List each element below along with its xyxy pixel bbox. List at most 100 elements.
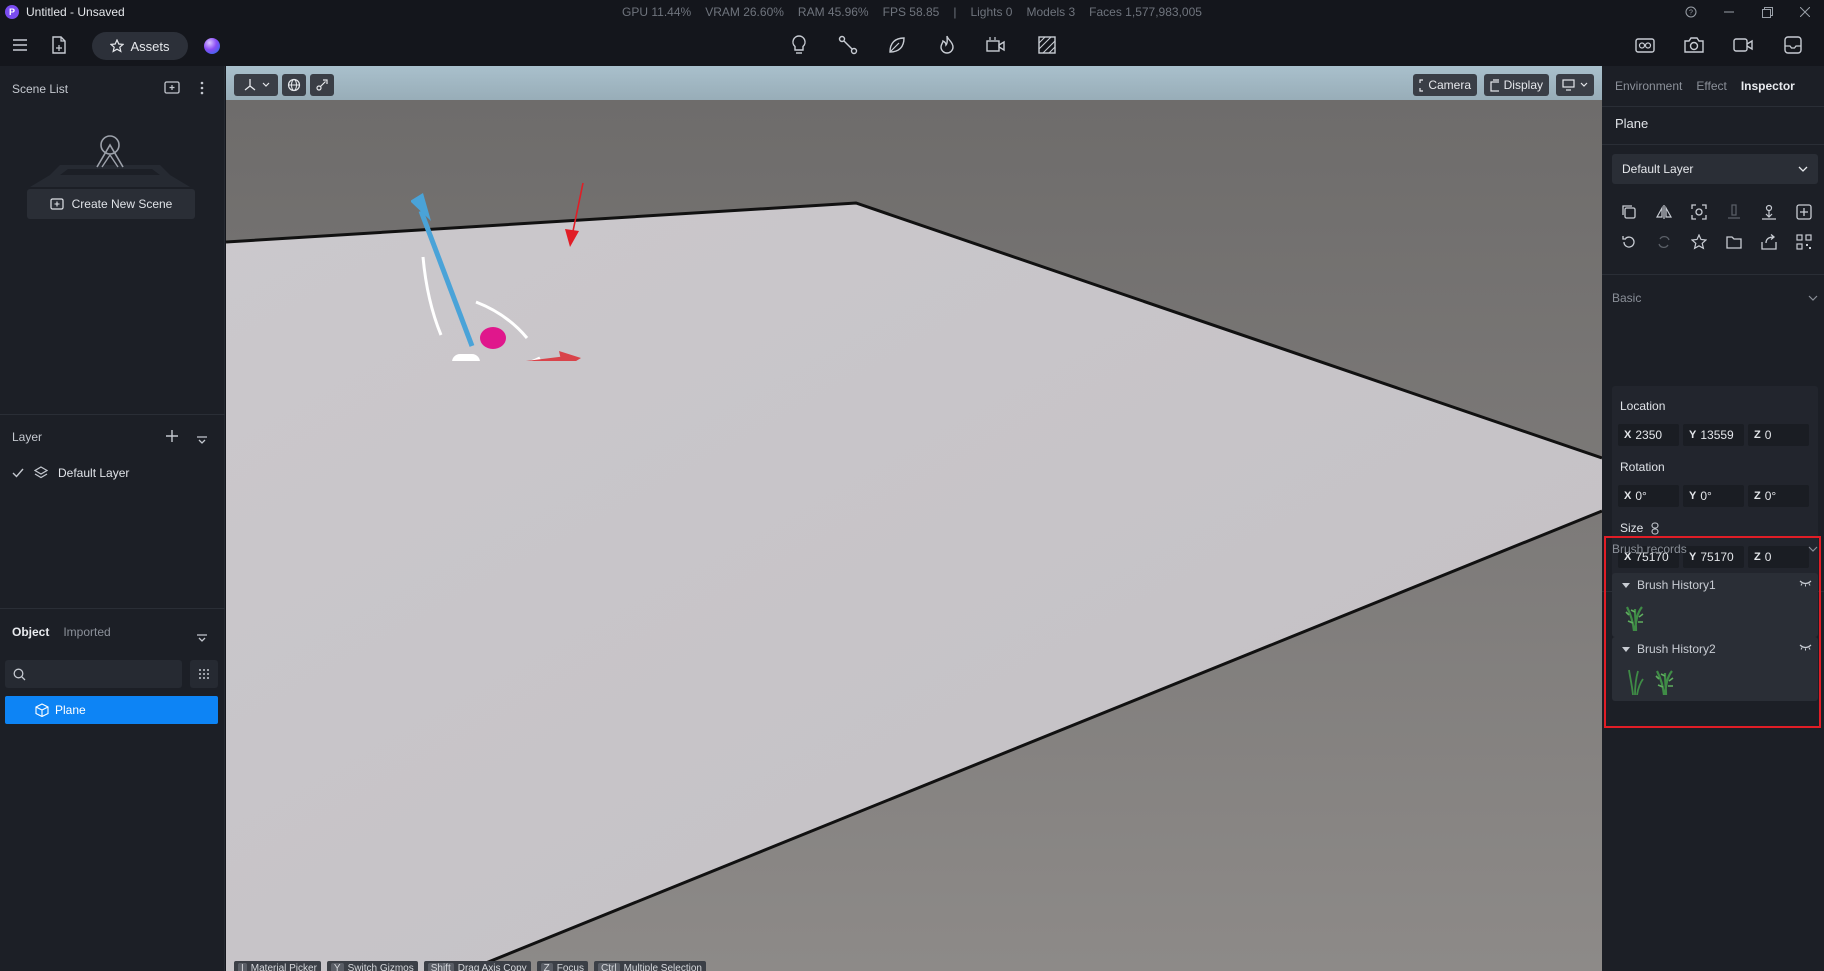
annotation-arrow	[565, 182, 584, 247]
record-video-icon[interactable]	[1730, 32, 1756, 58]
light-bulb-icon[interactable]	[786, 32, 812, 58]
3d-viewport[interactable]: Camera Display I Material Picker Y Switch …	[226, 66, 1602, 971]
layer-name: Default Layer	[58, 466, 130, 480]
tab-environment[interactable]: Environment	[1615, 79, 1682, 93]
fire-icon[interactable]	[934, 32, 960, 58]
layer-select[interactable]: Default Layer	[1612, 154, 1818, 184]
axis-gizmo-icon	[244, 79, 255, 91]
grid-view-button[interactable]	[190, 660, 218, 688]
hatch-box-icon[interactable]	[1034, 32, 1060, 58]
basic-section-header[interactable]: Basic	[1612, 291, 1818, 305]
main-toolbar: Assets	[0, 24, 1824, 66]
rotation-x-field[interactable]: X 0°	[1618, 485, 1679, 507]
transform-mode-dropdown[interactable]	[234, 74, 278, 96]
object-row-plane[interactable]: Plane	[5, 696, 218, 724]
axis-label: X	[1624, 490, 1632, 502]
view-options-dropdown[interactable]	[1556, 74, 1594, 96]
divider	[1602, 274, 1824, 275]
snap-button[interactable]	[310, 74, 334, 96]
close-button[interactable]	[1786, 0, 1824, 24]
add-scene-icon	[50, 198, 64, 210]
cube-icon	[35, 703, 49, 717]
axis-label: Z	[1754, 490, 1761, 502]
link-proportions-icon[interactable]	[1651, 521, 1659, 535]
app-logo: P	[5, 5, 19, 19]
leaf-icon[interactable]	[884, 32, 910, 58]
rotation-fields: X 0° Y 0° Z 0°	[1618, 485, 1809, 507]
refresh-icon[interactable]	[1653, 231, 1674, 252]
highlight-frame	[1604, 536, 1821, 728]
restore-button[interactable]	[1748, 0, 1786, 24]
display-button[interactable]: Display	[1484, 74, 1549, 96]
object-tools-row-1	[1618, 201, 1814, 222]
location-label: Location	[1620, 399, 1666, 413]
location-y-value: 13559	[1700, 428, 1734, 442]
reset-icon[interactable]	[1618, 231, 1639, 252]
location-y-field[interactable]: Y 13559	[1683, 424, 1744, 446]
minimize-button[interactable]	[1710, 0, 1748, 24]
hint-focus: Z Focus	[536, 961, 588, 971]
more-options-icon[interactable]	[199, 81, 205, 98]
hint-key: Shift	[427, 962, 454, 971]
rotation-z-field[interactable]: Z 0°	[1748, 485, 1809, 507]
hint-key: Z	[540, 962, 553, 971]
world-space-button[interactable]	[282, 74, 306, 96]
focus-object-icon[interactable]	[1688, 201, 1709, 222]
video-camera-icon[interactable]	[983, 32, 1009, 58]
favorite-icon[interactable]	[1688, 231, 1709, 252]
hint-label: Focus	[556, 962, 584, 971]
hint-key: Y	[330, 962, 344, 971]
ground-snap-icon[interactable]	[1723, 201, 1744, 222]
camera-button[interactable]: Camera	[1413, 74, 1477, 96]
create-new-scene-button[interactable]: Create New Scene	[27, 189, 195, 219]
assets-icon	[110, 39, 125, 53]
create-new-scene-label: Create New Scene	[71, 197, 173, 211]
location-x-field[interactable]: X 2350	[1618, 424, 1679, 446]
rotation-y-field[interactable]: Y 0°	[1683, 485, 1744, 507]
object-search-input[interactable]	[5, 660, 182, 688]
selected-object-title: Plane	[1615, 116, 1649, 131]
location-fields: X 2350 Y 13559 Z0	[1618, 424, 1809, 446]
object-tools-row-2	[1618, 231, 1814, 252]
tab-imported[interactable]: Imported	[63, 625, 110, 639]
rotation-label: Rotation	[1620, 460, 1665, 474]
add-object-icon[interactable]	[1793, 201, 1814, 222]
assets-button[interactable]: Assets	[92, 32, 188, 60]
chevron-down-icon	[1798, 166, 1808, 172]
hamburger-menu-icon[interactable]	[7, 32, 33, 58]
camera-icon[interactable]	[1681, 32, 1707, 58]
qr-grid-icon[interactable]	[1793, 231, 1814, 252]
new-file-icon[interactable]	[46, 32, 72, 58]
viewport-toolbar: Camera Display	[226, 66, 1602, 100]
location-z-field[interactable]: Z0	[1748, 424, 1809, 446]
help-icon[interactable]: ?	[1672, 0, 1710, 24]
axis-label: Z	[1754, 429, 1761, 441]
layer-item-default[interactable]: Default Layer	[12, 466, 129, 480]
drop-to-ground-icon[interactable]	[1758, 201, 1779, 222]
hint-label: Switch Gizmos	[347, 962, 414, 971]
folder-icon[interactable]	[1723, 231, 1744, 252]
shortcut-hints: I Material Picker Y Switch Gizmos Shift Dra…	[234, 961, 706, 971]
hint-label: Drag Axis Copy	[457, 962, 527, 971]
layer-filter-icon[interactable]	[197, 432, 207, 447]
duplicate-icon[interactable]	[1618, 201, 1639, 222]
hint-drag-axis-copy: Shift Drag Axis Copy	[423, 961, 531, 971]
add-scene-icon[interactable]	[164, 81, 180, 98]
ai-orb-icon[interactable]	[204, 38, 220, 54]
render-icon[interactable]	[1632, 32, 1658, 58]
snap-icon	[316, 79, 328, 91]
hint-material-picker: I Material Picker	[234, 961, 321, 971]
object-filter-icon[interactable]	[197, 630, 207, 645]
path-node-icon[interactable]	[835, 32, 861, 58]
tab-effect[interactable]: Effect	[1696, 79, 1726, 93]
mirror-icon[interactable]	[1653, 201, 1674, 222]
axis-label: X	[1624, 429, 1632, 441]
layers-icon	[34, 466, 48, 479]
camera-label: Camera	[1428, 78, 1471, 92]
tab-object[interactable]: Object	[12, 625, 49, 639]
export-icon[interactable]	[1758, 231, 1779, 252]
add-layer-icon[interactable]	[165, 429, 179, 446]
tab-inspector[interactable]: Inspector	[1741, 79, 1795, 93]
panel-toggle-icon[interactable]	[1780, 32, 1806, 58]
location-x-value: 2350	[1635, 428, 1663, 442]
